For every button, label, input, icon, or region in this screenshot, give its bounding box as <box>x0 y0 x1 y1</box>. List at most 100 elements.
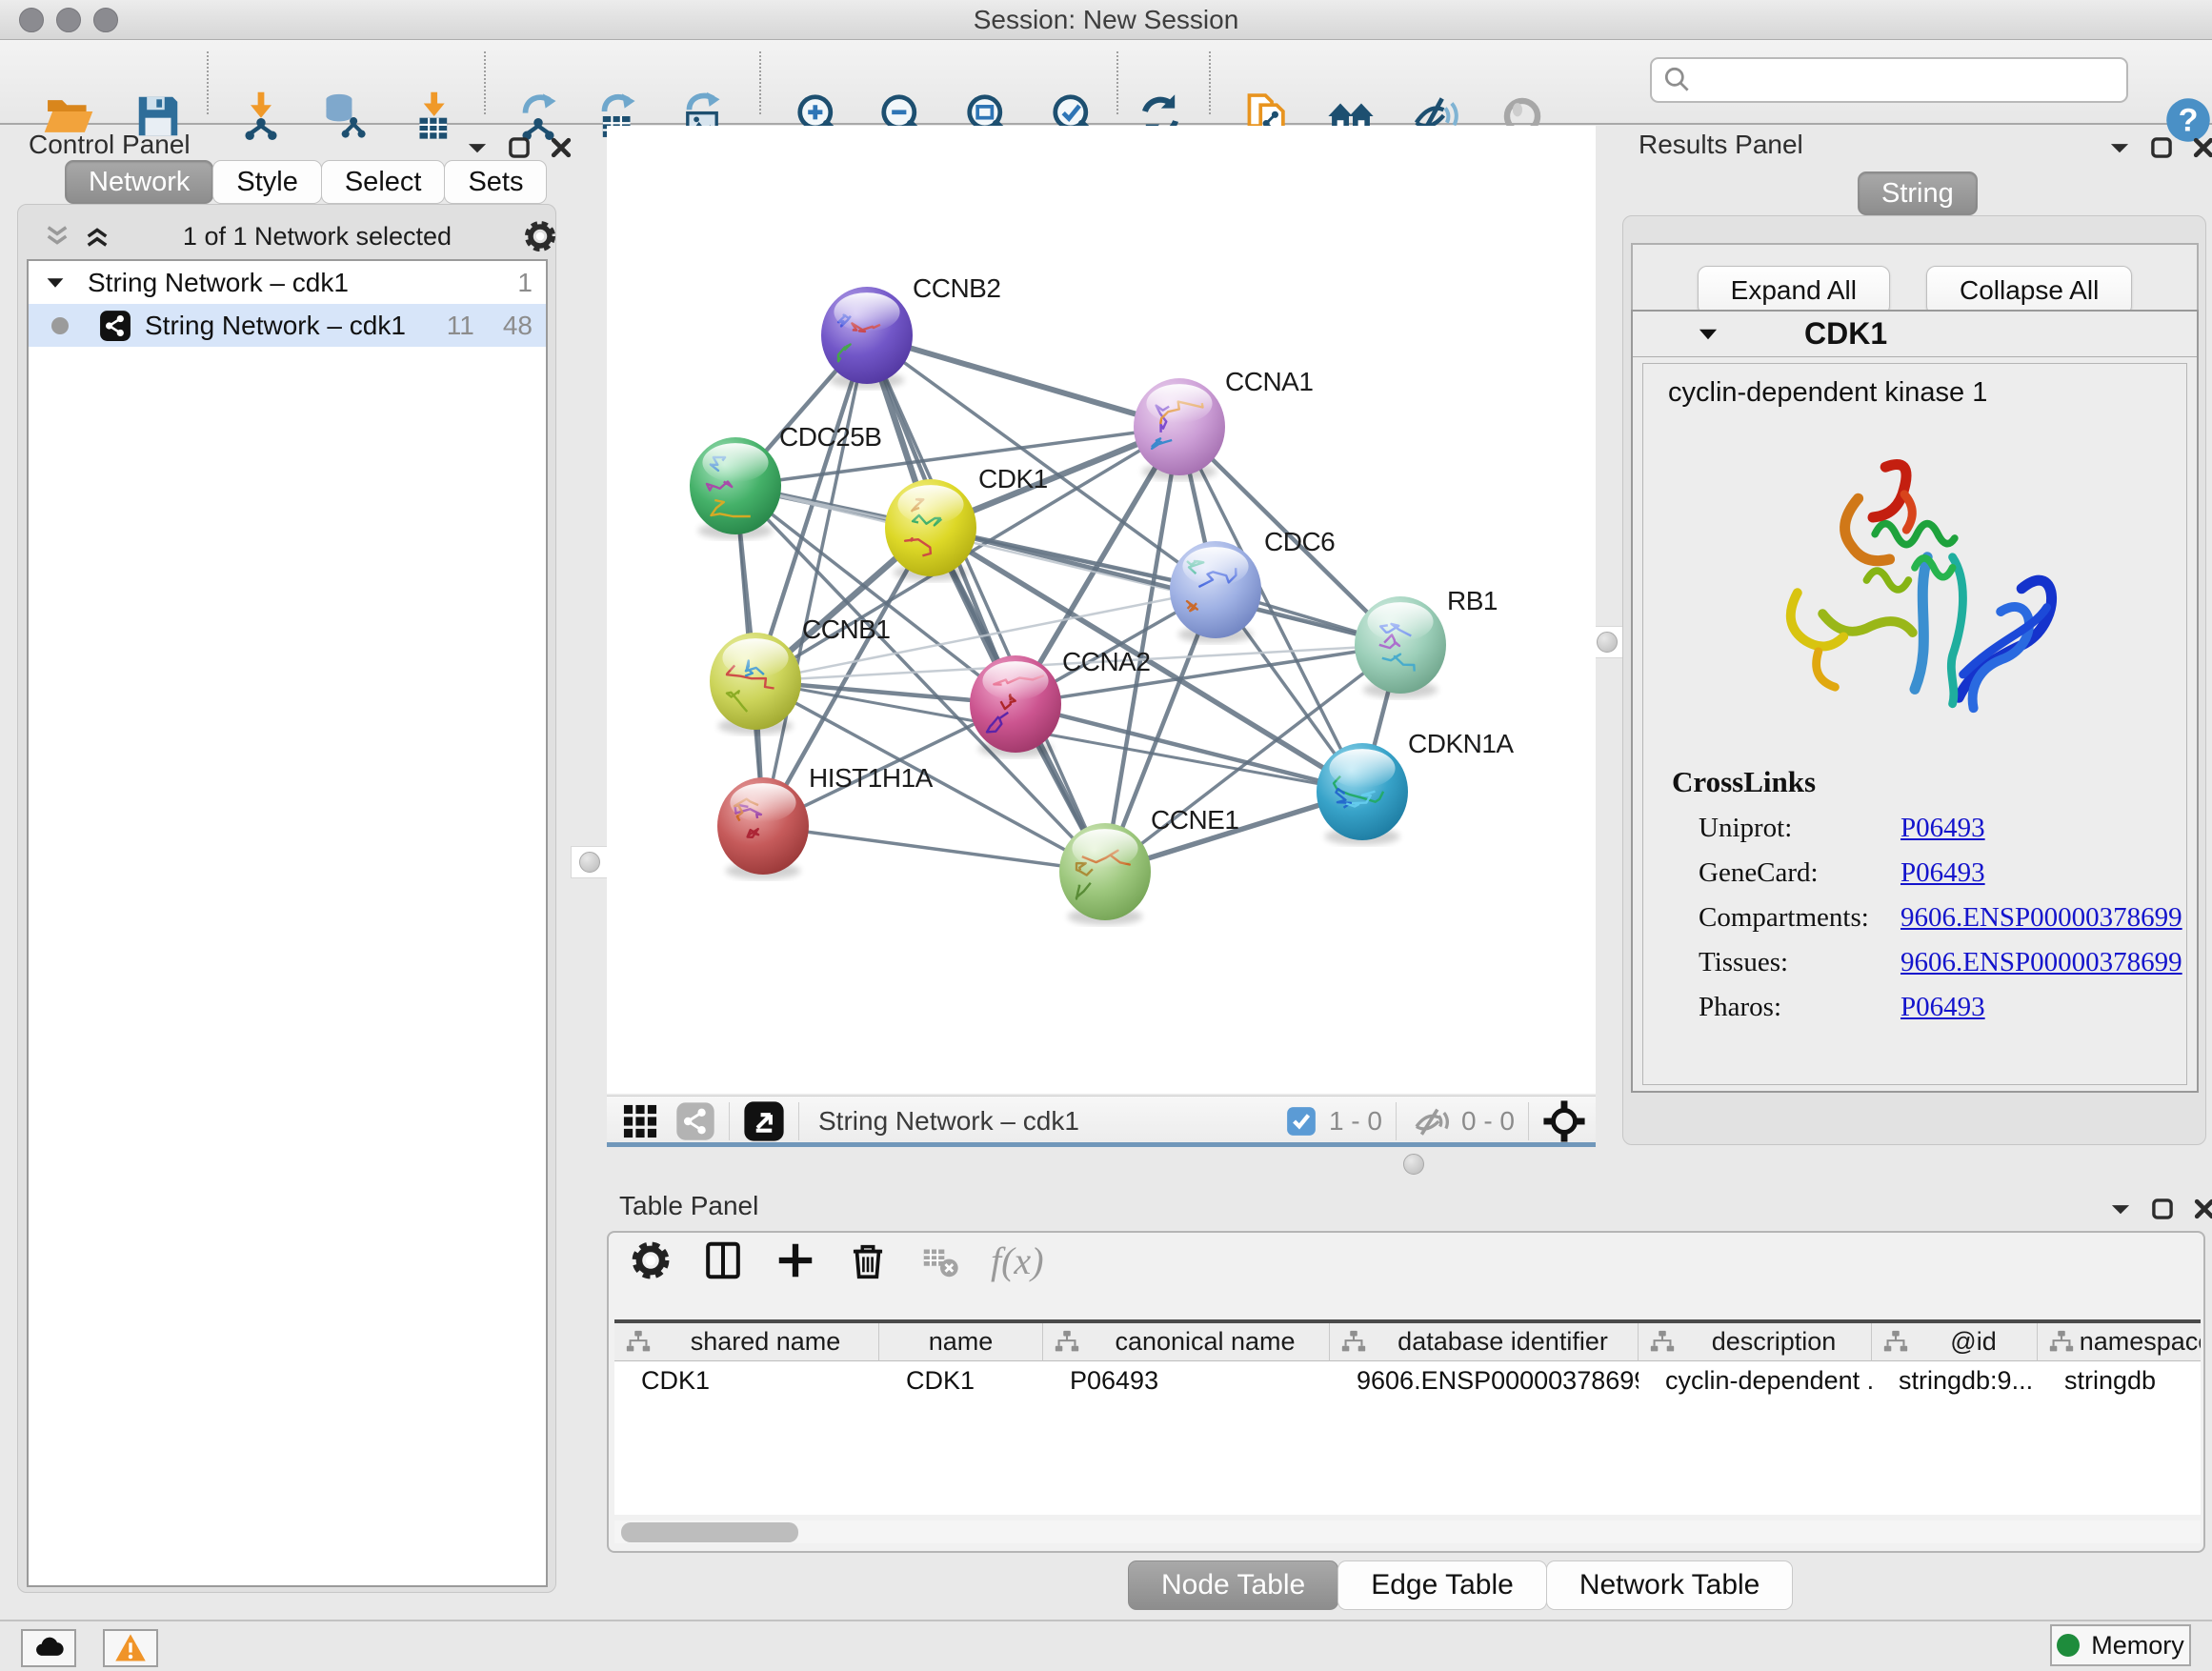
collapse-all-networks-icon[interactable] <box>42 221 72 252</box>
edge-HIST1H1A-CCNE1[interactable] <box>763 826 1105 872</box>
table-hscrollbar[interactable] <box>614 1520 2201 1543</box>
window-minimize-button[interactable] <box>56 8 81 32</box>
table-hscrollbar-thumb[interactable] <box>621 1522 798 1542</box>
crosslink-link[interactable]: P06493 <box>1900 992 1985 1023</box>
table-cell[interactable]: stringdb <box>2038 1362 2201 1399</box>
tab-select[interactable]: Select <box>321 160 446 204</box>
fit-content-crosshair-icon[interactable] <box>1542 1099 1586 1143</box>
hidden-eye-icon[interactable] <box>1410 1100 1452 1142</box>
edge-CCNA2-CDKN1A[interactable] <box>1016 704 1362 792</box>
collapse-all-button[interactable]: Collapse All <box>1926 266 2132 315</box>
entry-name: CDK1 <box>1804 316 1887 352</box>
memory-button[interactable]: Memory <box>2050 1624 2191 1666</box>
column-header-shared-name[interactable]: shared name <box>614 1323 879 1361</box>
tab-edge-table[interactable]: Edge Table <box>1337 1560 1547 1610</box>
node-table[interactable]: shared name name canonical name database… <box>614 1319 2201 1515</box>
panel-close-icon[interactable] <box>2192 1197 2212 1221</box>
tab-style[interactable]: Style <box>212 160 321 204</box>
left-splitter-handle[interactable] <box>571 846 609 878</box>
network-row[interactable]: String Network – cdk1 11 48 <box>29 304 546 347</box>
edge-CCNB2-CCNA1[interactable] <box>867 335 1179 427</box>
expand-all-button[interactable]: Expand All <box>1698 266 1890 315</box>
panel-float-icon[interactable] <box>507 135 532 160</box>
network-collection-row[interactable]: String Network – cdk1 1 <box>29 261 546 304</box>
toggle-columns-button[interactable] <box>701 1238 745 1282</box>
share-view-icon[interactable] <box>675 1101 715 1141</box>
active-view-accent <box>607 1142 1596 1147</box>
table-cell[interactable]: P06493 <box>1043 1362 1330 1399</box>
add-row-button[interactable] <box>774 1238 817 1282</box>
delete-table-button[interactable] <box>918 1238 962 1282</box>
node-CCNB2[interactable]: CCNB2 <box>821 273 1000 389</box>
table-cell[interactable]: CDK1 <box>614 1362 879 1399</box>
node-label-RB1: RB1 <box>1447 586 1498 615</box>
birdseye-grid-icon[interactable] <box>620 1101 660 1141</box>
node-CDK1[interactable]: CDK1 <box>885 464 1048 581</box>
cloud-button[interactable] <box>21 1629 76 1667</box>
main-toolbar: ? <box>0 40 2212 125</box>
column-header-canonical-name[interactable]: canonical name <box>1043 1323 1330 1361</box>
detach-view-icon[interactable] <box>743 1100 785 1142</box>
node-RB1[interactable]: RB1 <box>1355 586 1498 698</box>
control-panel: Control Panel NetworkStyleSelectSets 1 o… <box>10 126 572 1612</box>
collection-expand-icon[interactable] <box>44 272 67 294</box>
network-options-gear-icon[interactable] <box>522 218 558 254</box>
expand-all-networks-icon[interactable] <box>82 221 112 252</box>
function-builder-button[interactable]: f(x) <box>991 1238 1044 1283</box>
table-cell[interactable]: cyclin-dependent ... <box>1639 1362 1872 1399</box>
crosslink-row: Tissues: 9606.ENSP00000378699 <box>1699 947 2186 978</box>
tab-network-table[interactable]: Network Table <box>1546 1560 1794 1610</box>
toolbar-separator <box>1209 51 1211 114</box>
panel-close-icon[interactable] <box>2191 135 2212 160</box>
node-CDKN1A[interactable]: CDKN1A <box>1317 729 1514 845</box>
network-view-title: String Network – cdk1 <box>818 1106 1079 1137</box>
search-input[interactable] <box>1694 61 2126 99</box>
node-CDC6[interactable]: CDC6 <box>1170 527 1335 643</box>
panel-menu-icon[interactable] <box>465 135 490 160</box>
crosslink-row: Pharos: P06493 <box>1699 992 2186 1023</box>
network-list: String Network – cdk1 1 String Network –… <box>27 259 548 1587</box>
attribute-type-icon <box>1648 1328 1677 1357</box>
panel-menu-icon[interactable] <box>2108 1197 2133 1221</box>
tab-node-table[interactable]: Node Table <box>1128 1560 1338 1610</box>
node-label-CCNA1: CCNA1 <box>1225 367 1313 396</box>
crosslink-link[interactable]: P06493 <box>1900 857 1985 889</box>
tab-sets[interactable]: Sets <box>444 160 547 204</box>
edge-CCNB2-HIST1H1A[interactable] <box>763 335 867 826</box>
horizontal-splitter-handle[interactable] <box>1393 1147 1435 1181</box>
column-header-namespace[interactable]: namespace <box>2038 1323 2201 1361</box>
column-header-database-identifier[interactable]: database identifier <box>1330 1323 1639 1361</box>
table-cell[interactable]: stringdb:9... <box>1872 1362 2038 1399</box>
panel-menu-icon[interactable] <box>2107 135 2132 160</box>
window-zoom-button[interactable] <box>93 8 118 32</box>
toolbar-separator <box>759 51 761 114</box>
panel-float-icon[interactable] <box>2149 135 2174 160</box>
panel-close-icon[interactable] <box>549 135 573 160</box>
node-label-CCNA2: CCNA2 <box>1062 647 1150 676</box>
crosslink-link[interactable]: 9606.ENSP00000378699 <box>1900 947 2182 978</box>
selected-checkbox-icon[interactable] <box>1285 1105 1317 1137</box>
network-canvas[interactable]: CCNB2CCNA1CDC25BCDK1CDC6RB1CCNB1CCNA2CDK… <box>607 126 1596 1094</box>
window-close-button[interactable] <box>19 8 44 32</box>
column-header-description[interactable]: description <box>1639 1323 1872 1361</box>
panel-float-icon[interactable] <box>2150 1197 2175 1221</box>
delete-row-button[interactable] <box>846 1238 890 1282</box>
column-header--id[interactable]: @id <box>1872 1323 2038 1361</box>
table-settings-button[interactable] <box>629 1238 673 1282</box>
entry-collapse-icon[interactable] <box>1696 322 1720 347</box>
table-cell[interactable]: 9606.ENSP00000378699 <box>1330 1362 1639 1399</box>
results-panel-title: Results Panel <box>1639 130 1803 159</box>
column-header-name[interactable]: name <box>879 1323 1043 1361</box>
crosslink-link[interactable]: 9606.ENSP00000378699 <box>1900 902 2182 934</box>
tab-network[interactable]: Network <box>65 160 213 204</box>
table-cell[interactable]: CDK1 <box>879 1362 1043 1399</box>
crosslink-label: Tissues: <box>1699 947 1900 978</box>
tab-string[interactable]: String <box>1858 171 1978 215</box>
node-HIST1H1A[interactable]: HIST1H1A <box>717 763 934 879</box>
node-CCNA1[interactable]: CCNA1 <box>1134 367 1313 480</box>
cloud-icon <box>31 1631 66 1665</box>
crosslink-link[interactable]: P06493 <box>1900 813 1985 844</box>
memory-status-dot <box>2057 1634 2080 1657</box>
warning-button[interactable] <box>103 1629 158 1667</box>
node-CCNE1[interactable]: CCNE1 <box>1059 805 1238 925</box>
